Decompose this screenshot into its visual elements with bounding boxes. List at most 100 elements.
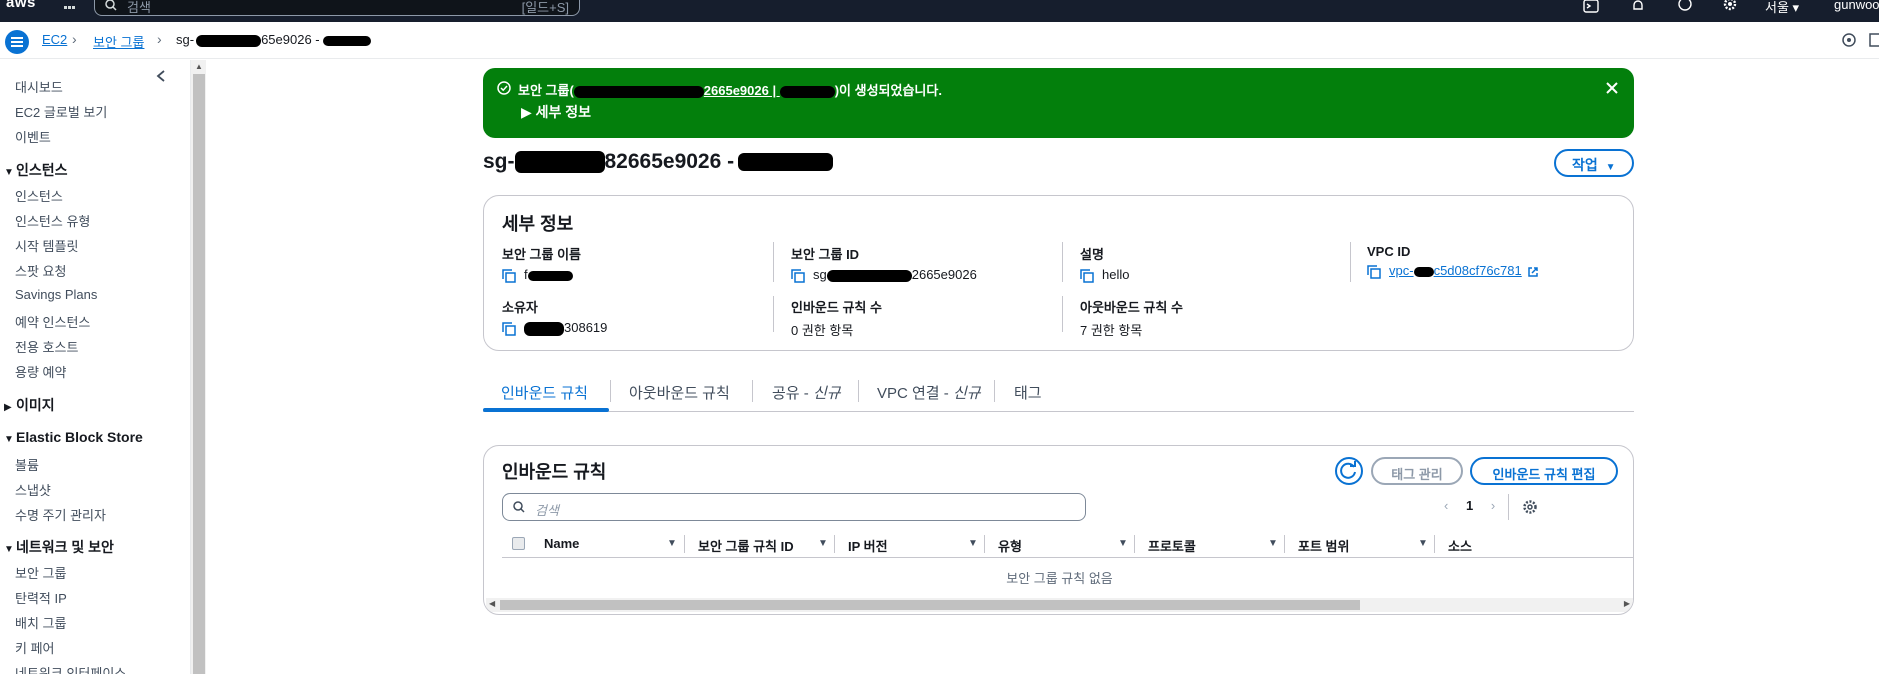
select-all-checkbox[interactable] [512,537,525,550]
sidebar-item-security-groups[interactable]: 보안 그룹 [15,563,66,582]
current-page[interactable]: 1 [1466,498,1473,513]
scroll-up-icon[interactable]: ▲ [195,62,203,71]
sg-id-prefix: sg [813,267,827,282]
copy-icon[interactable] [1367,264,1381,279]
sidebar-section-ebs[interactable]: ▼ Elastic Block Store [4,429,143,445]
tab-sharing[interactable]: 공유 - 신규 [772,382,841,403]
account-menu[interactable]: gunwoo [1834,0,1879,12]
sidebar-item-placement-groups[interactable]: 배치 그룹 [15,613,66,632]
refresh-button[interactable] [1335,457,1363,485]
prev-page-icon[interactable]: ‹ [1444,498,1448,513]
copy-icon[interactable] [502,321,516,336]
sg-id-suffix: 2665e9026 [911,267,977,282]
column-separator[interactable] [984,535,985,553]
column-rule-id[interactable]: 보안 그룹 규칙 ID [698,536,794,555]
sidebar-item-snapshots[interactable]: 스냅샷 [15,480,51,499]
scroll-left-icon[interactable]: ◀ [489,599,495,608]
tab-separator [610,380,611,402]
sidebar-item-instances[interactable]: 인스턴스 [15,186,63,205]
sidebar-item-network-interfaces[interactable]: 네트워크 인터페이스 [15,663,126,674]
inbound-rules-heading: 인바운드 규칙 [502,462,607,482]
breadcrumb-current-label: sg- [176,32,195,47]
sort-icon[interactable]: ▼ [968,538,978,549]
external-link-icon[interactable] [1527,266,1539,278]
aws-logo[interactable]: aws [6,0,36,11]
field-description: 설명 hello [1080,244,1350,283]
redaction-mark [524,321,564,336]
column-separator[interactable] [684,535,685,553]
sidebar-item-launch-templates[interactable]: 시작 템플릿 [15,236,78,255]
sidebar-item-elastic-ips[interactable]: 탄력적 IP [15,588,67,607]
tab-vpc-association[interactable]: VPC 연결 - 신규 [877,382,981,403]
sidebar-item-savings-plans[interactable]: Savings Plans [15,287,97,302]
apps-grid-icon[interactable] [64,0,78,11]
help-icon[interactable] [1677,0,1693,14]
breadcrumb-security-groups[interactable]: 보안 그룹 [93,32,144,51]
scrollbar-thumb[interactable] [500,600,1360,610]
sidebar-item-dashboard[interactable]: 대시보드 [15,77,63,96]
column-separator[interactable] [834,535,835,553]
sort-icon[interactable]: ▼ [1268,538,1278,549]
sidebar-item-reserved-instances[interactable]: 예약 인스턴스 [15,312,90,331]
cloudshell-icon[interactable] [1583,0,1599,14]
sidebar-item-capacity-reservations[interactable]: 용량 예약 [15,362,66,381]
chevron-right-icon: › [72,31,77,47]
copy-icon[interactable] [1080,268,1094,283]
edit-inbound-rules-button[interactable]: 인바운드 규칙 편집 [1470,457,1618,485]
column-protocol[interactable]: 프로토콜 [1148,536,1196,555]
panel-toggle-icon[interactable] [1868,32,1879,48]
chevron-left-icon[interactable] [156,70,166,82]
tab-tags[interactable]: 태그 [1014,382,1042,403]
sidebar-item-key-pairs[interactable]: 키 페어 [15,638,55,657]
vpc-link[interactable]: vpc-c5d08cf76c781 [1389,263,1522,278]
sidebar-item-spot-requests[interactable]: 스팟 요청 [15,261,66,280]
sidebar-section-instances[interactable]: ▼ 인스턴스 [4,160,68,180]
manage-tags-button[interactable]: 태그 관리 [1371,457,1463,485]
flash-details-toggle[interactable]: ▶ 세부 정보 [521,102,591,122]
scroll-right-icon[interactable]: ▶ [1624,599,1630,608]
sidebar-section-network-security[interactable]: ▼ 네트워크 및 보안 [4,537,114,557]
sidebar-item-events[interactable]: 이벤트 [15,127,51,146]
column-port-range[interactable]: 포트 범위 [1298,536,1349,555]
column-name[interactable]: Name [544,536,579,551]
sort-icon[interactable]: ▼ [1118,538,1128,549]
sidebar-item-dedicated-hosts[interactable]: 전용 호스트 [15,337,78,356]
next-page-icon[interactable]: › [1491,498,1495,513]
copy-icon[interactable] [791,268,805,283]
rules-search-input[interactable]: 검색 [502,493,1086,521]
column-separator[interactable] [1434,535,1435,553]
gear-icon[interactable] [1722,0,1738,14]
tab-inbound-rules[interactable]: 인바운드 규칙 [501,382,588,403]
column-separator[interactable] [1284,535,1285,553]
sort-icon[interactable]: ▼ [667,538,677,549]
column-separator[interactable] [1134,535,1135,553]
column-source[interactable]: 소스 [1448,536,1472,555]
sidebar-item-global-view[interactable]: EC2 글로벌 보기 [15,102,107,121]
flash-sg-link[interactable]: 2665e9026 | [704,83,780,98]
region-selector[interactable]: 서울 ▾ [1765,0,1799,16]
scrollbar-thumb[interactable] [193,74,205,674]
copy-icon[interactable] [502,268,516,283]
column-ip-version[interactable]: IP 버전 [848,536,888,555]
info-panel-icon[interactable] [1841,32,1857,48]
menu-toggle-button[interactable] [5,30,29,54]
sidebar-section-images[interactable]: ▶ 이미지 [4,395,55,415]
flash-message: 보안 그룹(2665e9026 | )이 생성되었습니다. [518,80,942,99]
actions-button[interactable]: 작업 ▼ [1554,149,1634,177]
sidebar-item-lifecycle-manager[interactable]: 수명 주기 관리자 [15,505,106,524]
sidebar-item-volumes[interactable]: 볼륨 [15,455,39,474]
global-search-input[interactable]: 검색 [일드+S] [94,0,580,16]
gear-icon[interactable] [1522,499,1538,515]
sidebar-item-instance-types[interactable]: 인스턴스 유형 [15,211,90,230]
field-owner: 소유자 308619 [502,297,772,336]
sort-icon[interactable]: ▼ [818,538,828,549]
close-icon[interactable] [1604,80,1620,96]
breadcrumb-ec2[interactable]: EC2 [42,32,67,47]
table-horizontal-scrollbar[interactable]: ◀ ▶ [486,598,1633,612]
sort-icon[interactable]: ▼ [1418,538,1428,549]
bell-icon[interactable] [1630,0,1646,14]
sidebar-scrollbar[interactable]: ▲ [190,60,206,674]
redaction-mark [573,85,704,98]
column-type[interactable]: 유형 [998,536,1022,555]
tab-outbound-rules[interactable]: 아웃바운드 규칙 [629,382,730,403]
